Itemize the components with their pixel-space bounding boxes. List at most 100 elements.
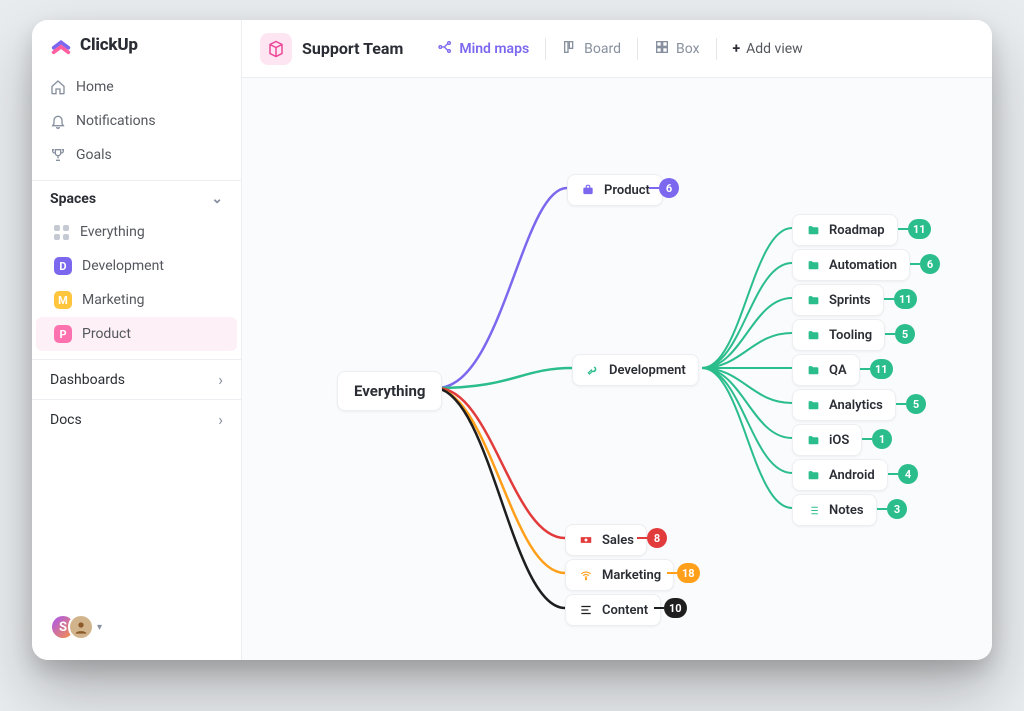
folder-icon [805, 362, 821, 378]
space-product[interactable]: P Product [36, 317, 237, 351]
connector [637, 537, 647, 539]
dashboards-label: Dashboards [50, 372, 125, 388]
node-dev-child[interactable]: Sprints [792, 284, 884, 316]
node-root-label: Everything [354, 382, 425, 400]
chevron-down-icon: ⌄ [211, 191, 223, 207]
node-product[interactable]: Product [567, 174, 663, 206]
connector [885, 333, 895, 335]
space-badge-p: P [54, 325, 72, 343]
node-dev-child[interactable]: Automation [792, 249, 910, 281]
node-dev-child[interactable]: Roadmap [792, 214, 898, 246]
count-dev-child: 11 [908, 219, 931, 239]
divider [716, 38, 717, 60]
text-icon [578, 602, 594, 618]
count-dev-child: 4 [898, 464, 918, 484]
section-docs[interactable]: Docs › [32, 399, 241, 439]
view-box[interactable]: Box [644, 32, 710, 66]
node-product-label: Product [604, 183, 650, 198]
wrench-icon [585, 362, 601, 378]
brand-logo[interactable]: ClickUp [32, 34, 241, 70]
space-product-label: Product [82, 326, 131, 342]
clickup-logo-icon [50, 34, 72, 56]
team-name: Support Team [302, 39, 403, 58]
connector [910, 263, 920, 265]
mindmap-canvas[interactable]: Everything Product 6 Development [242, 78, 992, 660]
team-title[interactable]: Support Team [260, 33, 403, 65]
count-content: 10 [664, 598, 687, 618]
nav-notifications[interactable]: Notifications [32, 104, 241, 138]
connector [654, 607, 664, 609]
node-dev-child[interactable]: Android [792, 459, 888, 491]
folder-icon [805, 397, 821, 413]
node-marketing[interactable]: Marketing [565, 559, 674, 591]
nav-home[interactable]: Home [32, 70, 241, 104]
count-dev-child: 3 [887, 499, 907, 519]
space-marketing-label: Marketing [82, 292, 145, 308]
view-mindmaps-label: Mind maps [459, 41, 529, 57]
chevron-right-icon: › [218, 410, 223, 429]
nav-goals-label: Goals [76, 147, 112, 163]
node-development-label: Development [609, 363, 686, 378]
docs-label: Docs [50, 412, 82, 428]
connector [667, 572, 677, 574]
topbar: Support Team Mind maps Board [242, 20, 992, 78]
node-development[interactable]: Development [572, 354, 699, 386]
view-mindmaps[interactable]: Mind maps [427, 32, 539, 66]
divider [545, 38, 546, 60]
node-content-label: Content [602, 603, 648, 618]
node-content[interactable]: Content [565, 594, 661, 626]
add-view-label: Add view [746, 41, 803, 57]
folder-icon [805, 467, 821, 483]
divider [637, 38, 638, 60]
money-icon [578, 532, 594, 548]
space-everything-label: Everything [80, 224, 145, 240]
brand-name: ClickUp [80, 35, 138, 55]
connector [896, 403, 906, 405]
space-everything[interactable]: Everything [36, 215, 237, 249]
connector [649, 187, 659, 189]
view-board-label: Board [584, 41, 621, 57]
node-dev-child[interactable]: QA [792, 354, 860, 386]
folder-icon [805, 327, 821, 343]
briefcase-icon [580, 182, 596, 198]
section-dashboards[interactable]: Dashboards › [32, 359, 241, 399]
connector [888, 473, 898, 475]
node-label: iOS [829, 433, 849, 448]
node-label: Analytics [829, 398, 883, 413]
folder-icon [805, 222, 821, 238]
node-dev-child[interactable]: Notes [792, 494, 877, 526]
trophy-icon [50, 147, 66, 163]
nav-home-label: Home [76, 79, 114, 95]
add-view[interactable]: + Add view [723, 32, 813, 66]
node-dev-child[interactable]: Tooling [792, 319, 885, 351]
connector [862, 438, 872, 440]
node-sales-label: Sales [602, 533, 634, 548]
connector [860, 368, 870, 370]
node-label: Notes [829, 503, 864, 518]
mindmap-icon [437, 39, 453, 59]
bell-icon [50, 113, 66, 129]
user-switcher[interactable]: S ▾ [32, 604, 241, 650]
spaces-header[interactable]: Spaces ⌄ [32, 180, 241, 215]
node-dev-child[interactable]: Analytics [792, 389, 896, 421]
sidebar: ClickUp Home Notifications Goals Spaces … [32, 20, 242, 660]
node-root[interactable]: Everything [337, 371, 442, 411]
folder-icon [805, 432, 821, 448]
node-label: Sprints [829, 293, 871, 308]
spaces-header-label: Spaces [50, 191, 96, 207]
home-icon [50, 79, 66, 95]
view-board[interactable]: Board [552, 32, 631, 66]
wifi-icon [578, 567, 594, 583]
space-development[interactable]: D Development [36, 249, 237, 283]
count-dev-child: 6 [920, 254, 940, 274]
space-marketing[interactable]: M Marketing [36, 283, 237, 317]
node-label: Automation [829, 258, 897, 273]
box-icon [654, 39, 670, 59]
nav-goals[interactable]: Goals [32, 138, 241, 172]
node-dev-child[interactable]: iOS [792, 424, 862, 456]
count-dev-child: 5 [906, 394, 926, 414]
avatar-other [68, 614, 94, 640]
chevron-right-icon: › [218, 370, 223, 389]
board-icon [562, 39, 578, 59]
node-sales[interactable]: Sales [565, 524, 647, 556]
